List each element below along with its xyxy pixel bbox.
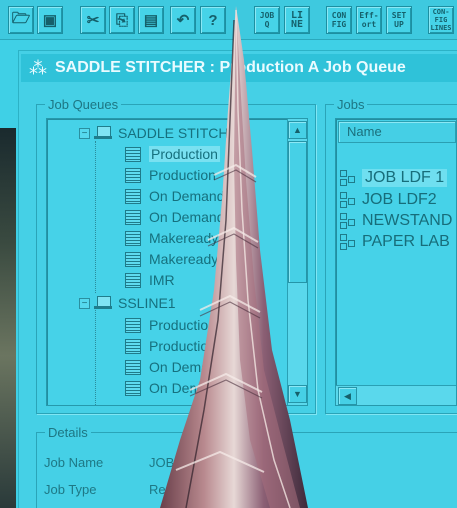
jobs-list[interactable]: Name JOB LDF 1 JOB LDF2 NEWSTAND PAPER L… <box>335 118 457 406</box>
queue-icon <box>125 146 141 162</box>
toolbar: 🗁 ▣ ✂ ⎘ ▤ ↶ ? JOB Q LI NE CON FIG Eff- o… <box>0 0 457 40</box>
undo-icon[interactable]: ↶ <box>170 6 196 34</box>
queue-icon <box>125 338 141 354</box>
computer-icon <box>94 126 112 140</box>
tree-item-queue[interactable]: On Demand <box>125 186 224 206</box>
tree-item-queue[interactable]: Production <box>125 336 216 356</box>
copy-icon[interactable]: ⎘ <box>109 6 135 34</box>
queue-icon <box>125 380 141 396</box>
tree-vertical-scrollbar[interactable]: ▲ ▼ <box>287 119 307 405</box>
open-folder-icon[interactable]: 🗁 <box>8 6 34 34</box>
scissors-icon[interactable]: ✂ <box>80 6 106 34</box>
tree-item-queue[interactable]: Makeready <box>125 228 218 248</box>
jobs-horizontal-scrollbar[interactable]: ◀ <box>336 385 456 405</box>
photo-edge <box>0 128 16 508</box>
name-column-header[interactable]: Name <box>338 121 456 143</box>
job-type-value: Re <box>149 482 166 497</box>
job-queues-tree[interactable]: − SADDLE STITCHER Production Production … <box>46 118 308 406</box>
job-icon <box>340 191 356 209</box>
job-item[interactable]: PAPER LAB <box>340 231 450 253</box>
tree-item-queue[interactable]: IMR <box>125 270 175 290</box>
job-icon <box>340 169 356 187</box>
details-label: Details <box>45 425 91 440</box>
tree-connector <box>95 307 96 405</box>
stitcher-app-icon: ⁂ <box>29 58 47 78</box>
job-name-value: JOB <box>149 455 175 470</box>
help-icon[interactable]: ? <box>200 6 226 34</box>
job-icon <box>340 233 356 251</box>
queue-icon <box>125 167 141 183</box>
tree-item-queue[interactable]: On Demand <box>125 378 224 398</box>
save-disk-icon[interactable]: ▣ <box>37 6 63 34</box>
tree-item-queue[interactable]: Makeready <box>125 249 218 269</box>
scroll-left-icon[interactable]: ◀ <box>338 387 357 405</box>
tree-item-queue[interactable]: On Demand <box>125 207 224 227</box>
scroll-up-icon[interactable]: ▲ <box>288 121 307 139</box>
job-name-label: Job Name <box>44 455 104 470</box>
tree-item-queue[interactable]: Production <box>125 315 216 335</box>
tree-item-queue[interactable]: On Demand <box>125 357 224 377</box>
scrollbar-thumb[interactable] <box>288 141 307 283</box>
tree-connector <box>95 141 96 293</box>
queue-icon <box>125 272 141 288</box>
queue-icon <box>125 230 141 246</box>
queue-icon <box>125 251 141 267</box>
line-button[interactable]: LI NE <box>284 6 310 34</box>
job-item[interactable]: NEWSTAND <box>340 210 452 232</box>
effort-button[interactable]: Eff- ort <box>356 6 382 34</box>
collapse-icon[interactable]: − <box>79 297 90 309</box>
computer-icon <box>94 296 112 310</box>
window-title: SADDLE STITCHER : Production A Job Queue <box>55 59 406 76</box>
scroll-down-icon[interactable]: ▼ <box>288 385 307 403</box>
config-button[interactable]: CON FIG <box>326 6 352 34</box>
queue-icon <box>125 359 141 375</box>
jobs-label: Jobs <box>334 97 368 112</box>
collapse-icon[interactable]: − <box>79 127 90 139</box>
job-icon <box>340 212 356 230</box>
job-queue-button[interactable]: JOB Q <box>254 6 280 34</box>
job-queues-label: Job Queues <box>45 97 122 112</box>
title-bar[interactable]: ⁂ SADDLE STITCHER : Production A Job Que… <box>21 54 457 82</box>
tree-machine-ssline1[interactable]: − SSLINE1 <box>79 293 176 313</box>
job-type-label: Job Type <box>44 482 97 497</box>
tree-item-queue[interactable]: Production <box>125 165 216 185</box>
details-group: Details <box>36 425 457 508</box>
config-lines-button[interactable]: CON- FIG LINES <box>428 6 454 34</box>
setup-button[interactable]: SET UP <box>386 6 412 34</box>
queue-icon <box>125 317 141 333</box>
tree-machine-saddle-stitcher[interactable]: − SADDLE STITCHER <box>79 123 248 143</box>
job-item[interactable]: JOB LDF2 <box>340 189 437 211</box>
tree-item-queue[interactable]: Production <box>125 144 220 164</box>
queue-icon <box>125 188 141 204</box>
job-item[interactable]: JOB LDF 1 <box>340 167 448 189</box>
queue-icon <box>125 209 141 225</box>
paste-icon[interactable]: ▤ <box>138 6 164 34</box>
